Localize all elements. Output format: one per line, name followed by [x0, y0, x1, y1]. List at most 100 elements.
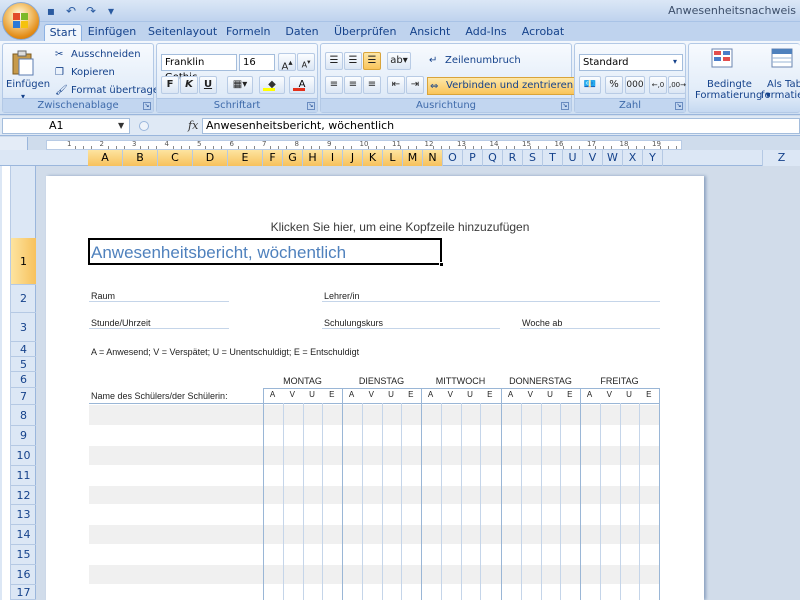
- column-header-t[interactable]: T: [543, 150, 563, 166]
- column-header-j[interactable]: J: [343, 150, 363, 166]
- align-right-icon[interactable]: ≡: [363, 76, 381, 94]
- row-header-13[interactable]: 13: [11, 505, 36, 525]
- row-header-2[interactable]: 2: [11, 285, 36, 313]
- row-header-12[interactable]: 12: [11, 486, 36, 505]
- align-bottom-icon[interactable]: ☰: [363, 52, 381, 70]
- shrink-font-icon[interactable]: A▾: [297, 53, 315, 71]
- student-row[interactable]: [89, 585, 660, 600]
- tab-acrobat[interactable]: Acrobat: [520, 24, 566, 41]
- row-header-5[interactable]: 5: [11, 357, 36, 372]
- column-header-f[interactable]: F: [263, 150, 283, 166]
- clipboard-launcher-icon[interactable]: ↘: [143, 102, 151, 110]
- decrease-indent-icon[interactable]: ⇤: [387, 76, 405, 94]
- column-header-y[interactable]: Y: [643, 150, 663, 166]
- tab-add-ins[interactable]: Add-Ins: [464, 24, 508, 41]
- lehrer-field[interactable]: [322, 301, 660, 302]
- align-left-icon[interactable]: ≡: [325, 76, 343, 94]
- thousands-button[interactable]: 000: [625, 76, 645, 94]
- column-header-a[interactable]: A: [88, 150, 123, 166]
- paste-button[interactable]: Einfügen: [6, 78, 50, 92]
- undo-icon[interactable]: ↶: [64, 4, 78, 18]
- tab-ansicht[interactable]: Ansicht: [408, 24, 452, 41]
- active-cell-a1[interactable]: [88, 238, 444, 267]
- student-row[interactable]: [89, 565, 660, 585]
- header-placeholder[interactable]: Klicken Sie hier, um eine Kopfzeile hinz…: [200, 220, 600, 234]
- customize-qat-icon[interactable]: ▾: [104, 4, 118, 18]
- conditional-formatting-label-2[interactable]: Formatierung ▾: [695, 89, 771, 103]
- column-header-k[interactable]: K: [363, 150, 383, 166]
- column-header-u[interactable]: U: [563, 150, 583, 166]
- paste-icon[interactable]: [9, 50, 39, 76]
- row-header-17[interactable]: 17: [11, 585, 36, 600]
- increase-indent-icon[interactable]: ⇥: [406, 76, 424, 94]
- row-header-16[interactable]: 16: [11, 565, 36, 585]
- italic-button[interactable]: K: [180, 76, 198, 94]
- decrease-decimal-icon[interactable]: ,00→: [668, 76, 686, 94]
- insert-function-button[interactable]: fx: [188, 119, 198, 132]
- column-header-w[interactable]: W: [603, 150, 623, 166]
- stunde-field[interactable]: [89, 328, 229, 329]
- column-header-p[interactable]: P: [463, 150, 483, 166]
- column-header-x[interactable]: X: [623, 150, 643, 166]
- tab-daten[interactable]: Daten: [282, 24, 322, 41]
- column-header-h[interactable]: H: [303, 150, 323, 166]
- row-header-9[interactable]: 9: [11, 426, 36, 446]
- font-launcher-icon[interactable]: ↘: [307, 102, 315, 110]
- cut-button[interactable]: ✂ Ausschneiden: [55, 48, 141, 62]
- office-button[interactable]: [2, 2, 40, 40]
- kurs-field[interactable]: [322, 328, 500, 329]
- alignment-launcher-icon[interactable]: ↘: [561, 102, 569, 110]
- column-header-e[interactable]: E: [228, 150, 263, 166]
- number-format-dropdown-icon[interactable]: ▾: [673, 55, 677, 69]
- student-row[interactable]: [89, 525, 660, 545]
- student-row[interactable]: [89, 505, 660, 525]
- column-header-v[interactable]: V: [583, 150, 603, 166]
- column-header-b[interactable]: B: [123, 150, 158, 166]
- column-header-i[interactable]: I: [323, 150, 343, 166]
- column-header-s[interactable]: S: [523, 150, 543, 166]
- column-header-l[interactable]: L: [383, 150, 403, 166]
- tab-start[interactable]: Start: [44, 24, 82, 41]
- tab-einfuegen[interactable]: Einfügen: [86, 24, 138, 41]
- woche-field[interactable]: [520, 328, 660, 329]
- font-color-icon[interactable]: A: [289, 76, 315, 94]
- font-name-select[interactable]: Franklin Gothic: [161, 54, 237, 83]
- increase-decimal-icon[interactable]: ←,0: [649, 76, 667, 94]
- column-header-c[interactable]: C: [158, 150, 193, 166]
- column-header-o[interactable]: O: [443, 150, 463, 166]
- merge-center-button[interactable]: ⇔Verbinden und zentrieren ▾: [427, 77, 585, 95]
- tab-formeln[interactable]: Formeln: [226, 24, 271, 41]
- row-header-4[interactable]: 4: [11, 342, 36, 357]
- tab-ueberpruefen[interactable]: Überprüfen: [334, 24, 396, 41]
- student-row[interactable]: [89, 545, 660, 565]
- format-as-table-label-2[interactable]: formatier: [761, 89, 800, 103]
- formula-input[interactable]: Anwesenheitsbericht, wöchentlich: [202, 118, 800, 134]
- row-header-11[interactable]: 11: [11, 466, 36, 486]
- format-as-table-icon[interactable]: [771, 48, 793, 73]
- fill-color-icon[interactable]: ◆: [259, 76, 285, 94]
- underline-button[interactable]: U: [199, 76, 217, 94]
- student-row[interactable]: [89, 466, 660, 486]
- tab-seitenlayout[interactable]: Seitenlayout: [148, 24, 217, 41]
- grow-font-icon[interactable]: A▴: [278, 53, 296, 72]
- student-row[interactable]: [89, 486, 660, 505]
- column-header-m[interactable]: M: [403, 150, 423, 166]
- font-size-select[interactable]: 16: [239, 54, 275, 71]
- column-header-z[interactable]: Z: [762, 150, 800, 166]
- student-row[interactable]: [89, 426, 660, 446]
- column-header-q[interactable]: Q: [483, 150, 503, 166]
- number-format-select[interactable]: Standard: [579, 54, 683, 71]
- copy-button[interactable]: ❐ Kopieren: [55, 66, 115, 80]
- row-header-14[interactable]: 14: [11, 525, 36, 545]
- column-header-d[interactable]: D: [193, 150, 228, 166]
- row-header-10[interactable]: 10: [11, 446, 36, 466]
- wrap-text-button[interactable]: ↵ Zeilenumbruch: [429, 54, 521, 68]
- format-painter-button[interactable]: 🖌 Format übertragen: [55, 84, 165, 98]
- percent-button[interactable]: %: [605, 76, 623, 94]
- number-launcher-icon[interactable]: ↘: [675, 102, 683, 110]
- name-box[interactable]: A1: [2, 118, 130, 134]
- raum-field[interactable]: [89, 301, 229, 302]
- conditional-formatting-icon[interactable]: [711, 48, 733, 73]
- column-header-g[interactable]: G: [283, 150, 303, 166]
- align-center-icon[interactable]: ≡: [344, 76, 362, 94]
